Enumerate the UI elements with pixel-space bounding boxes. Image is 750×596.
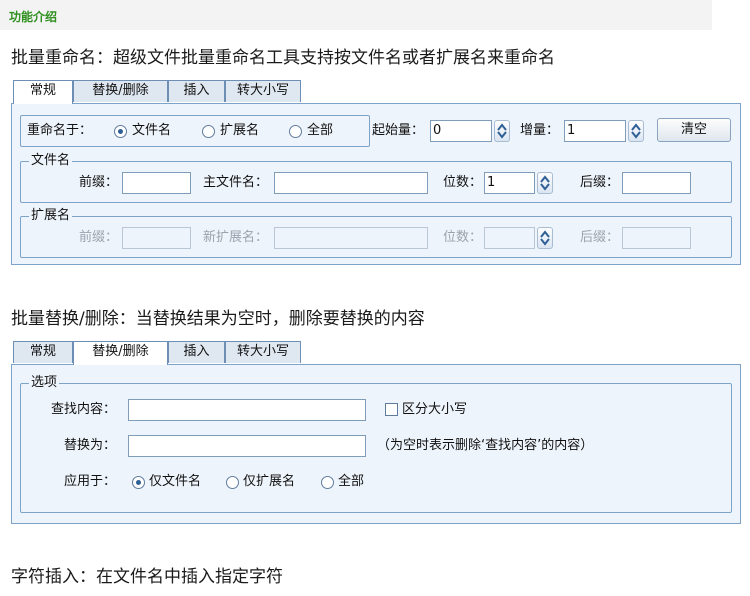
radio-filename-only[interactable] (132, 476, 145, 489)
fn-main-label: 主文件名： (203, 175, 269, 190)
start-spinner-icon[interactable] (494, 120, 510, 142)
fn-prefix-label: 前缀： (79, 175, 119, 190)
section1-panel: 重命名于： 文件名 扩展名 全部 起始量： 0 增量： 1 清空 文件名 前缀：… (11, 103, 741, 265)
ext-prefix-label: 前缀： (79, 230, 119, 245)
fn-digits-input[interactable]: 1 (484, 172, 535, 194)
ext-main-label: 新扩展名： (203, 230, 269, 245)
rename-on-group: 重命名于： 文件名 扩展名 全部 (20, 115, 370, 147)
tab-case-convert[interactable]: 转大小写 (225, 80, 301, 102)
radio-all-apply-label[interactable]: 全部 (338, 471, 364, 493)
ext-suffix-input[interactable] (622, 227, 691, 249)
fn-suffix-input[interactable] (622, 172, 691, 194)
fn-digits-spinner-icon[interactable] (537, 172, 553, 194)
clear-button[interactable]: 清空 (657, 118, 731, 142)
tab-general[interactable]: 常规 (13, 341, 73, 363)
radio-filename-only-label[interactable]: 仅文件名 (149, 471, 201, 493)
radio-extension-only-label[interactable]: 仅扩展名 (243, 471, 295, 493)
fn-prefix-input[interactable] (122, 172, 191, 194)
tab-replace-delete[interactable]: 替换/删除 (73, 80, 168, 102)
fn-digits-label: 位数： (443, 175, 483, 190)
radio-extension-only[interactable] (226, 476, 239, 489)
ext-digits-label: 位数： (443, 230, 483, 245)
fn-suffix-label: 后缀： (580, 175, 620, 190)
header-title: 功能介绍 (9, 10, 58, 24)
extension-group: 扩展名 前缀： 新扩展名： 位数： 后缀： (20, 208, 732, 258)
increment-input[interactable]: 1 (564, 120, 626, 142)
find-input[interactable] (128, 399, 366, 421)
replace-label: 替换为： (64, 438, 117, 453)
start-input[interactable]: 0 (430, 120, 492, 142)
radio-all-apply[interactable] (321, 476, 334, 489)
tab-general[interactable]: 常规 (13, 80, 73, 104)
rename-on-label: 重命名于： (27, 123, 93, 138)
tab-case-convert[interactable]: 转大小写 (225, 341, 301, 363)
ext-digits-input[interactable] (484, 227, 535, 249)
case-sensitive-label[interactable]: 区分大小写 (402, 399, 467, 421)
options-group-title: 选项 (29, 375, 60, 391)
section3-description: 字符插入：在文件名中插入指定字符 (11, 567, 283, 587)
radio-extension-label[interactable]: 扩展名 (220, 120, 259, 142)
replace-hint: （为空时表示删除‘查找内容’的内容） (377, 438, 594, 453)
ext-main-input[interactable] (274, 227, 428, 249)
radio-all[interactable] (289, 125, 302, 138)
radio-filename[interactable] (114, 125, 127, 138)
start-label: 起始量： (372, 123, 425, 138)
ext-suffix-label: 后缀： (580, 230, 620, 245)
apply-label: 应用于： (64, 474, 117, 489)
find-label: 查找内容： (51, 402, 117, 417)
filename-group: 文件名 前缀： 主文件名： 位数： 1 后缀： (20, 153, 732, 203)
section1-description: 批量重命名：超级文件批量重命名工具支持按文件名或者扩展名来重命名 (11, 48, 555, 68)
section2-description: 批量替换/删除：当替换结果为空时，删除要替换的内容 (11, 309, 425, 329)
section2-panel: 选项 查找内容： 区分大小写 替换为： （为空时表示删除‘查找内容’的内容） 应… (11, 364, 741, 524)
radio-all-label[interactable]: 全部 (307, 120, 333, 142)
radio-extension[interactable] (202, 125, 215, 138)
increment-label: 增量： (520, 123, 560, 138)
section1-tabstrip: 常规 替换/删除 插入 转大小写 (13, 80, 313, 104)
tab-replace-delete[interactable]: 替换/删除 (73, 341, 168, 365)
tab-insert[interactable]: 插入 (168, 80, 225, 102)
case-sensitive-checkbox[interactable] (385, 403, 398, 416)
header-bar: 功能介绍 (0, 0, 712, 30)
filename-group-title: 文件名 (29, 153, 73, 169)
ext-prefix-input[interactable] (122, 227, 191, 249)
tab-insert[interactable]: 插入 (168, 341, 225, 363)
fn-main-input[interactable] (274, 172, 428, 194)
increment-spinner-icon[interactable] (628, 120, 644, 142)
options-group: 选项 查找内容： 区分大小写 替换为： （为空时表示删除‘查找内容’的内容） 应… (20, 375, 732, 513)
extension-group-title: 扩展名 (29, 208, 73, 224)
replace-input[interactable] (128, 435, 366, 457)
radio-filename-label[interactable]: 文件名 (132, 120, 171, 142)
ext-digits-spinner-icon[interactable] (537, 227, 553, 249)
section2-tabstrip: 常规 替换/删除 插入 转大小写 (13, 341, 313, 365)
